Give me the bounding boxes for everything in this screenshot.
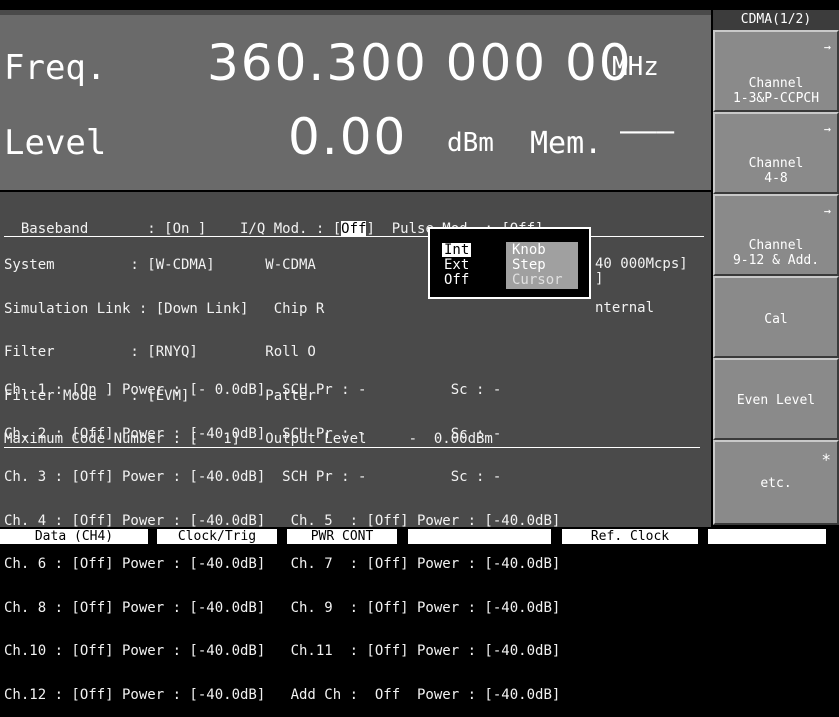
channel-row[interactable]: Ch. 1 : [On ] Power : [- 0.0dB] SCH Pr :… <box>4 383 560 398</box>
channel-row[interactable]: Ch. 2 : [Off] Power : [-40.0dB] SCH Pr :… <box>4 426 560 442</box>
softkey-etc[interactable]: * etc. <box>713 440 839 525</box>
mode-title-text: CDMA(1/2) <box>740 12 812 27</box>
arrow-right-icon: → <box>823 204 831 218</box>
popup-option-cursor[interactable]: Cursor <box>510 273 565 287</box>
divider <box>0 190 711 192</box>
softkey-label: Cal <box>764 312 788 327</box>
softkey-channel-1-3[interactable]: → Channel 1-3&P-CCPCH <box>713 30 839 112</box>
channel-row[interactable]: Ch.10 : [Off] Power : [-40.0dB] Ch.11 : … <box>4 644 560 659</box>
popup-option-off[interactable]: Off <box>442 273 471 287</box>
roll-off-fragment: ] <box>595 271 604 287</box>
softkey-sublabel: 1-3&P-CCPCH <box>732 91 820 106</box>
mem-value: ——— <box>620 114 675 149</box>
chip-rate-fragment: 40 000Mcps] <box>595 256 688 272</box>
popup-option-step[interactable]: Step <box>510 258 548 272</box>
level-label: Level <box>4 123 107 163</box>
asterisk-icon: * <box>821 450 831 469</box>
popup-option-ext[interactable]: Ext <box>442 258 471 272</box>
softkey-channel-4-8[interactable]: → Channel 4-8 <box>713 112 839 194</box>
popup-option-knob[interactable]: Knob <box>510 243 548 257</box>
level-unit: dBm <box>447 128 494 158</box>
softkey-label: Even Level <box>736 393 816 408</box>
channel-row[interactable]: Ch. 3 : [Off] Power : [-40.0dB] SCH Pr :… <box>4 470 560 485</box>
softkey-even-level[interactable]: Even Level <box>713 358 839 440</box>
channel-row[interactable]: Ch. 8 : [Off] Power : [-40.0dB] Ch. 9 : … <box>4 600 560 616</box>
channel-row[interactable]: Ch. 4 : [Off] Power : [-40.0dB] Ch. 5 : … <box>4 513 560 529</box>
softkey-sublabel: 4-8 <box>764 171 788 186</box>
softkey-label: Channel <box>748 238 804 253</box>
level-value[interactable]: 0.00 <box>288 108 407 166</box>
channel-row[interactable]: Ch. 6 : [Off] Power : [-40.0dB] Ch. 7 : … <box>4 557 560 572</box>
tab-ref-clock[interactable]: Ref. Clock <box>562 529 698 544</box>
softkey-label: Channel <box>748 76 804 91</box>
popup-option-int[interactable]: Int <box>442 243 472 257</box>
freq-label: Freq. <box>4 48 107 88</box>
softkey-label: etc. <box>760 476 792 491</box>
softkey-sublabel: 9-12 & Add. <box>732 253 820 268</box>
softkey-channel-9-12[interactable]: → Channel 9-12 & Add. <box>713 194 839 276</box>
softkey-label: Channel <box>748 156 804 171</box>
arrow-right-icon: → <box>823 122 831 136</box>
tab-clock-trig[interactable]: Clock/Trig <box>157 529 277 544</box>
mem-label: Mem. <box>530 126 603 161</box>
freq-unit: MHz <box>612 52 659 82</box>
freq-value[interactable]: 360.300 000 00 <box>207 34 633 92</box>
popup-menu[interactable]: Int Ext Off Knob Step Cursor <box>428 227 591 299</box>
pattern-fragment: nternal <box>595 300 655 316</box>
arrow-right-icon: → <box>823 40 831 54</box>
tab-empty[interactable] <box>408 529 551 544</box>
channel-row[interactable]: Ch.12 : [Off] Power : [-40.0dB] Add Ch :… <box>4 687 560 703</box>
softkey-cal[interactable]: Cal <box>713 276 839 358</box>
tab-blank[interactable] <box>708 529 826 544</box>
tab-data-ch4[interactable]: Data (CH4) <box>0 529 148 544</box>
tab-pwr-cont[interactable]: PWR CONT <box>287 529 397 544</box>
